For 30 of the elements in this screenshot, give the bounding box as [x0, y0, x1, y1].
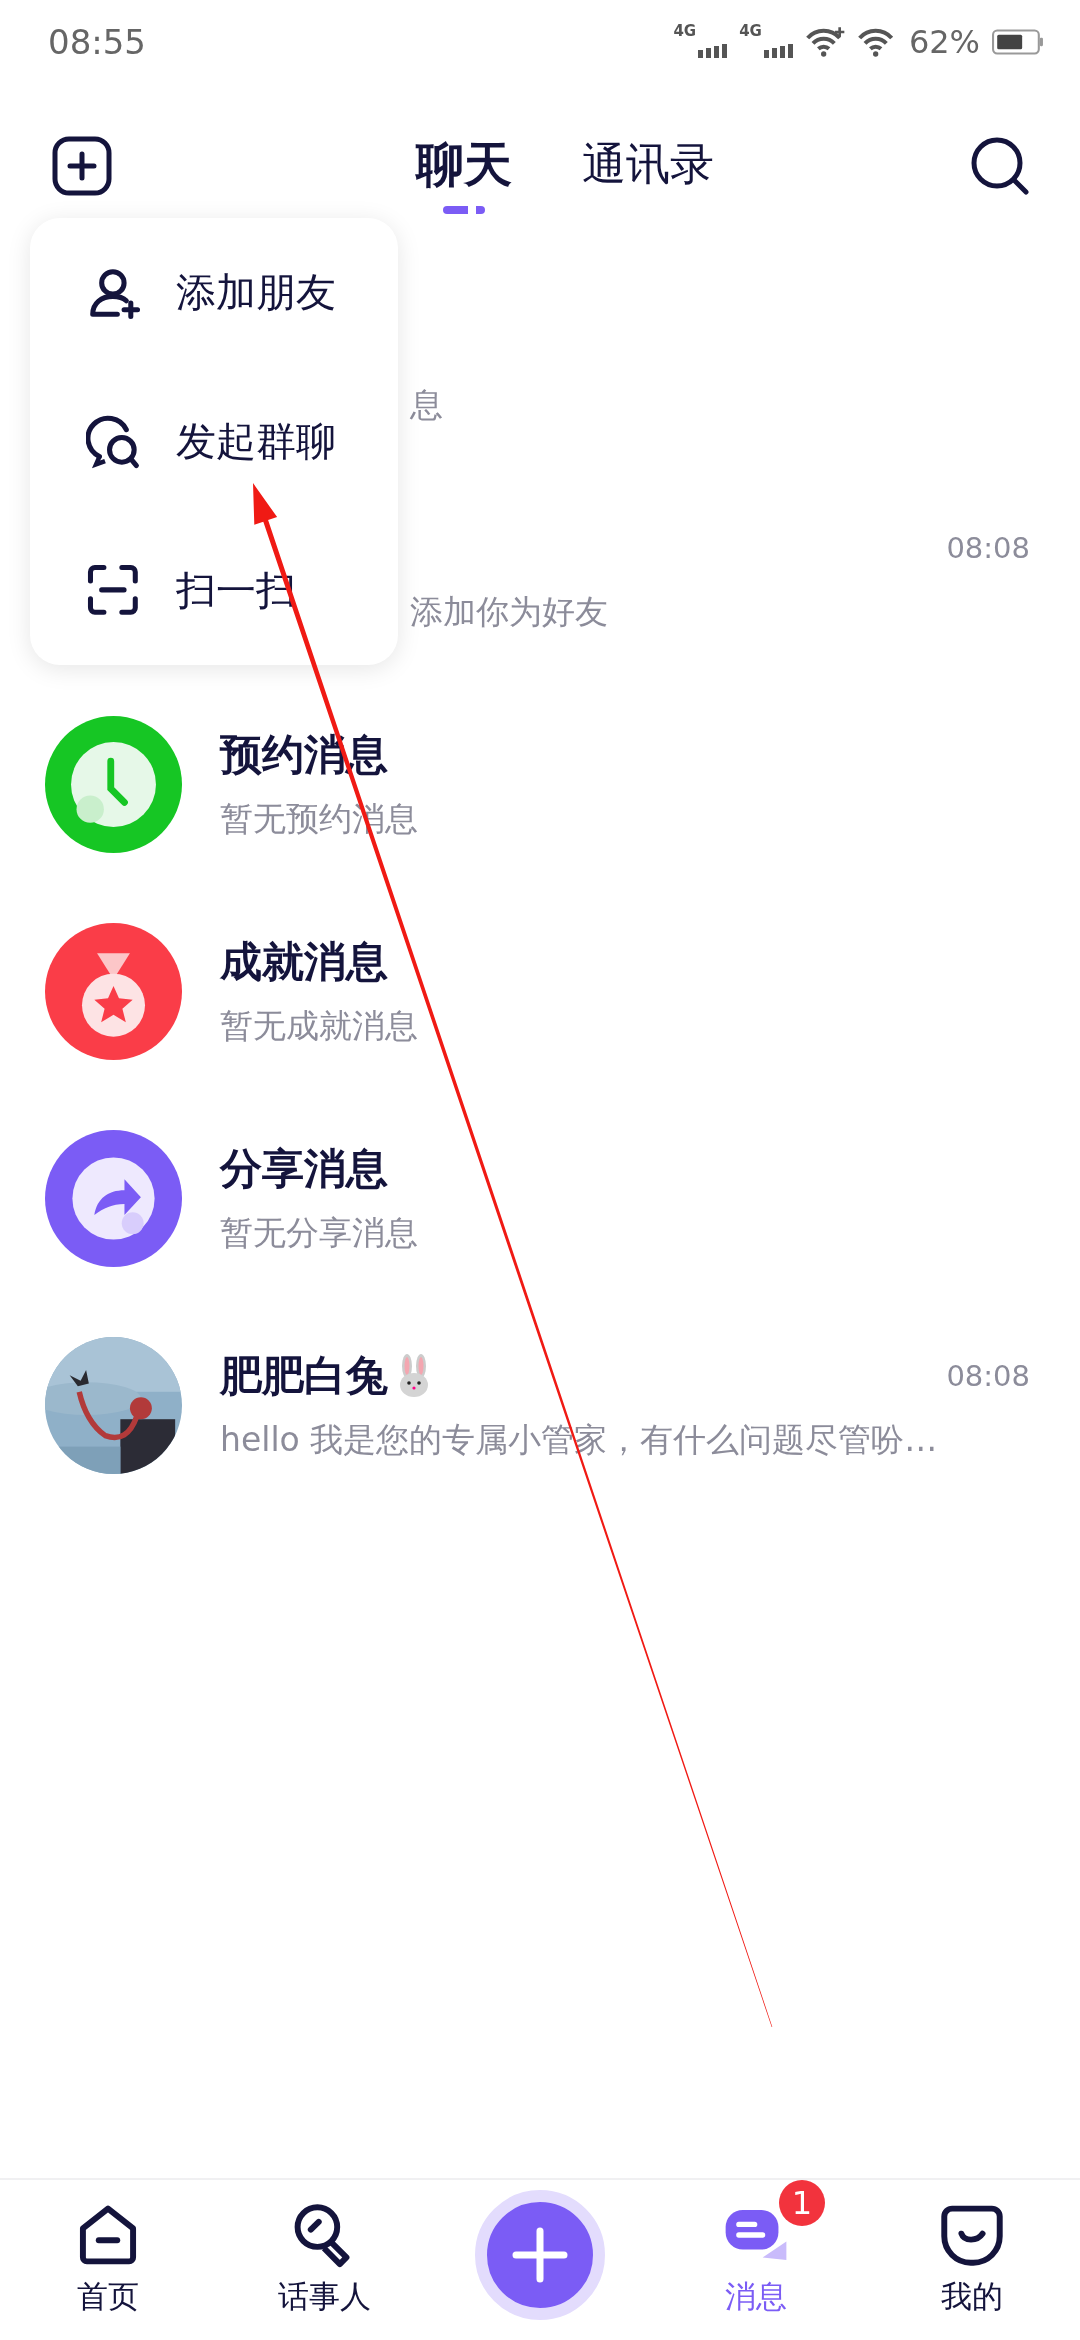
signal-icon [763, 42, 793, 58]
contact-name: 成就消息 [220, 936, 388, 988]
message-preview: 暂无成就消息 [220, 1005, 419, 1047]
battery-percent: 62% [908, 23, 980, 61]
network-type: 4G [739, 22, 762, 40]
network-type: 4G [673, 22, 697, 40]
contact-name: 肥肥白兔 [220, 1350, 388, 1402]
message-preview: hello 我是您的专属小管家，有什么问题尽管吩… [220, 1419, 939, 1461]
menu-item[interactable]: 添加朋友 [30, 232, 398, 353]
battery-icon [992, 28, 1044, 56]
nav-tab[interactable]: 1 消息 [648, 2180, 864, 2340]
nav-tab[interactable]: 我的 [864, 2180, 1080, 2340]
unread-badge: 1 [779, 2180, 825, 2226]
message-time: 08:08 [946, 1359, 1030, 1393]
wifi-icon [804, 26, 845, 58]
tab[interactable]: 通讯录 [582, 134, 714, 214]
clock-time: 08:55 [48, 22, 146, 62]
tab[interactable]: 聊天 [416, 134, 512, 214]
message-preview: 添加你为好友 [410, 591, 608, 633]
signal-icon [698, 42, 728, 58]
chat-bubbles-icon [86, 413, 142, 470]
add-icon[interactable] [52, 136, 112, 196]
contact-name: 分享消息 [220, 1143, 388, 1195]
message-preview: 暂无分享消息 [220, 1212, 419, 1254]
message-preview: 息 [410, 384, 443, 426]
nav-tab[interactable]: 首页 [0, 2180, 216, 2340]
plus-icon [510, 2225, 570, 2285]
message-time: 08:08 [946, 531, 1030, 565]
menu-item[interactable]: 发起群聊 [30, 381, 398, 502]
nav-tab[interactable]: 话事人 [216, 2180, 432, 2340]
